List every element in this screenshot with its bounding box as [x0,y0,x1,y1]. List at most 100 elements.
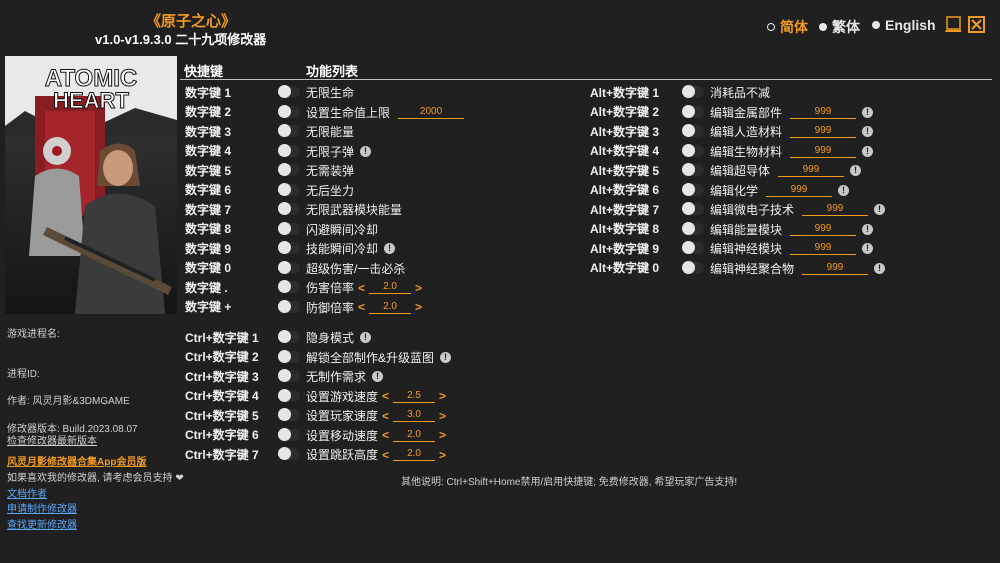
decrease-arrow-icon[interactable]: < [382,448,389,462]
increase-arrow-icon[interactable]: > [415,300,422,314]
feature-toggle[interactable] [278,427,300,441]
feature-toggle[interactable] [278,241,300,254]
feature-toggle[interactable] [278,124,300,137]
process-id-label: 进程ID: [7,369,40,380]
feature-toggle[interactable] [278,202,300,215]
info-icon[interactable]: ! [874,204,886,215]
feature-toggle[interactable] [278,369,300,382]
game-cover-image: ATOMIC HEART [5,56,177,314]
feature-toggle[interactable] [278,388,300,402]
feature-toggle[interactable] [682,182,704,196]
feature-name: 编辑超导体 [710,164,771,178]
info-icon[interactable]: ! [850,165,862,176]
trainer-version: v1.0-v1.9.3.0 二十九项修改器 [95,32,267,47]
feature-toggle[interactable] [682,202,704,215]
feature-toggle[interactable] [682,260,704,274]
app-member-link[interactable]: 风灵月影修改器合集App会员版 [7,453,146,468]
info-icon[interactable]: ! [440,351,452,363]
feature-toggle[interactable] [278,163,300,176]
info-icon[interactable]: ! [862,243,874,254]
value-input[interactable]: 999 [802,203,869,216]
value-input[interactable]: 999 [802,262,869,275]
info-icon[interactable]: ! [874,262,886,274]
stepper-value[interactable]: 2.0 [393,429,436,442]
stepper-value[interactable]: 2.0 [369,281,412,294]
lang-english[interactable]: English [872,17,936,33]
feature-toggle[interactable] [278,299,300,313]
feature-toggle[interactable] [278,104,300,118]
stepper-value[interactable]: 2.0 [393,448,436,461]
info-icon[interactable]: ! [862,223,874,235]
increase-arrow-icon[interactable]: > [415,281,422,295]
decrease-arrow-icon[interactable]: < [382,428,389,442]
feature-toggle[interactable] [278,447,300,460]
check-update-link[interactable]: 检查修改器最新版本 [7,432,97,447]
feature-row: 超级伤害/一击必杀 [306,260,405,277]
hotkey-label: Alt+数字键 1 [590,85,660,100]
hotkey-label: Ctrl+数字键 4 [185,389,259,403]
feature-toggle[interactable] [682,241,704,254]
hotkey-label: 数字键 6 [185,183,232,197]
lang-simplified[interactable]: 简体 [767,17,808,37]
hotkey-label: Ctrl+数字键 1 [185,330,259,345]
feature-toggle[interactable] [278,182,300,196]
info-icon[interactable]: ! [862,106,874,118]
decrease-arrow-icon[interactable]: < [358,281,365,295]
feature-row: 消耗品不减 [710,84,770,101]
value-input[interactable]: 999 [766,184,833,197]
value-input[interactable]: 999 [790,125,857,138]
feature-toggle[interactable] [682,221,704,235]
value-input[interactable]: 999 [790,223,857,236]
value-input[interactable]: 999 [790,242,857,255]
increase-arrow-icon[interactable]: > [439,428,446,442]
feature-toggle[interactable] [278,330,300,343]
feature-toggle[interactable] [278,349,300,363]
minimize-button[interactable] [945,16,961,32]
process-name-label: 游戏进程名: [7,329,60,340]
close-button[interactable] [968,16,985,33]
info-icon[interactable]: ! [372,371,384,382]
feature-row: 设置游戏速度 <2.5 > [306,388,450,405]
feature-toggle[interactable] [682,124,704,137]
feature-toggle[interactable] [278,280,300,293]
feature-toggle[interactable] [278,85,300,98]
increase-arrow-icon[interactable]: > [439,409,446,423]
feature-toggle[interactable] [278,408,300,421]
request-trainer-link[interactable]: 申请制作修改器 [7,500,77,515]
value-input[interactable]: 999 [778,164,845,177]
stepper-value[interactable]: 2.5 [393,390,436,403]
feature-row: 编辑人造材料 999! [710,123,874,140]
value-input[interactable]: 2000 [398,106,465,119]
feature-row: 解锁全部制作&升级蓝图! [306,349,452,366]
feature-toggle[interactable] [682,85,704,98]
info-icon[interactable]: ! [360,332,372,343]
info-icon[interactable]: ! [360,145,372,157]
feature-toggle[interactable] [278,221,300,235]
lang-traditional[interactable]: 繁体 [819,17,860,37]
info-icon[interactable]: ! [862,126,874,137]
feature-toggle[interactable] [682,143,704,157]
decrease-arrow-icon[interactable]: < [358,300,365,314]
feature-row: 设置跳跃高度 <2.0 > [306,446,450,463]
value-input[interactable]: 999 [790,145,857,158]
feature-toggle[interactable] [278,260,300,274]
info-icon[interactable]: ! [838,184,850,196]
decrease-arrow-icon[interactable]: < [382,409,389,423]
decrease-arrow-icon[interactable]: < [382,389,389,403]
feature-toggle[interactable] [278,143,300,157]
find-updates-link[interactable]: 查找更新修改器 [7,516,77,531]
increase-arrow-icon[interactable]: > [439,448,446,462]
feature-toggle[interactable] [682,163,704,176]
feature-toggle[interactable] [682,104,704,118]
increase-arrow-icon[interactable]: > [439,389,446,403]
value-input[interactable]: 999 [790,106,857,119]
stepper-value[interactable]: 3.0 [393,409,436,422]
info-icon[interactable]: ! [862,145,874,157]
stepper-value[interactable]: 2.0 [369,301,412,314]
feature-row: 设置生命值上限 2000 [306,104,465,121]
info-icon[interactable]: ! [384,243,396,254]
feature-row: 编辑化学 999! [710,182,850,199]
author-doc-link[interactable]: 文档作者 [7,485,47,500]
hotkey-label: 数字键 . [185,280,228,295]
hotkey-label: Ctrl+数字键 3 [185,369,259,384]
